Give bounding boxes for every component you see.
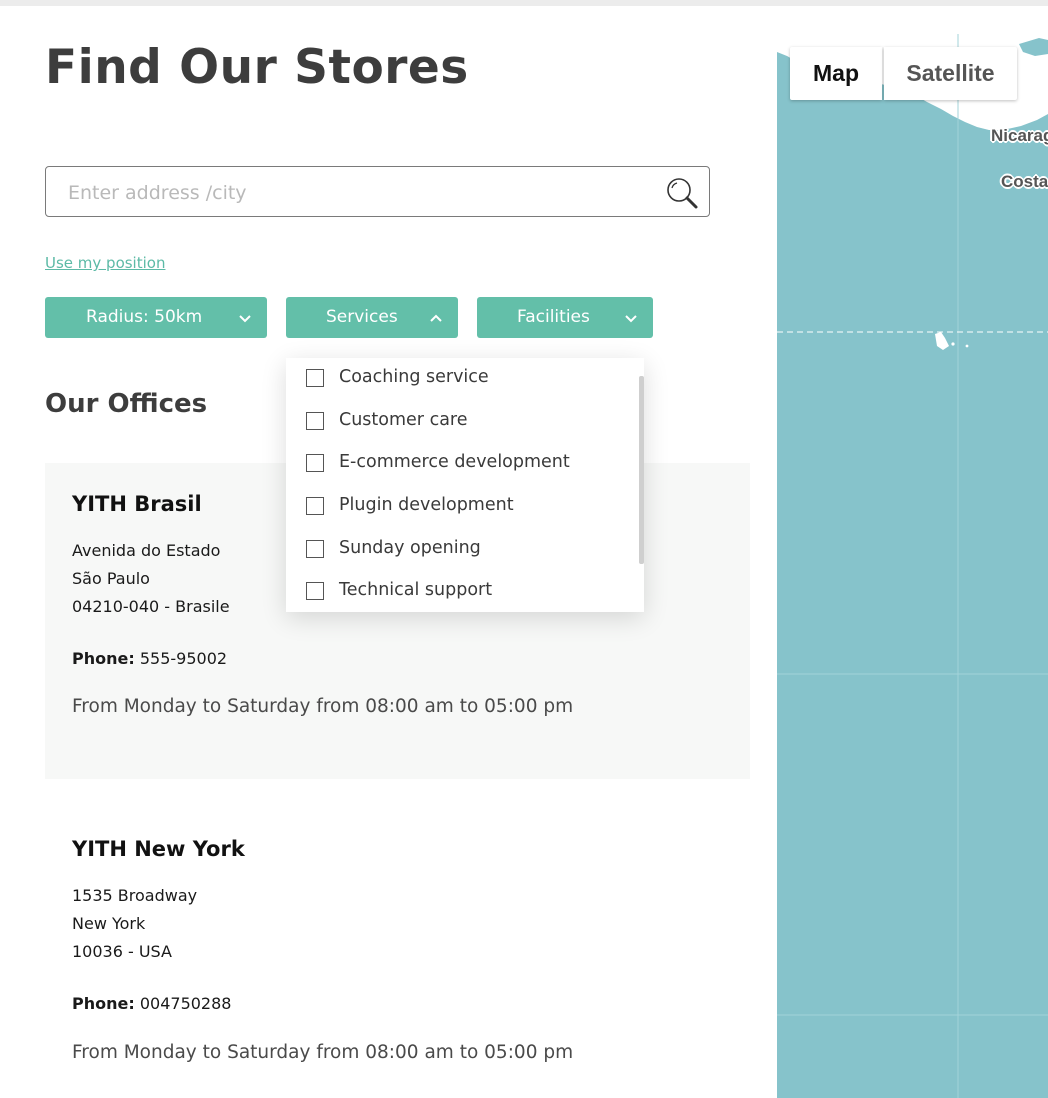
- service-option-customer-care[interactable]: Customer care: [286, 401, 626, 441]
- radius-filter-label: Radius: 50km: [86, 307, 203, 327]
- service-option-label: Sunday opening: [339, 538, 481, 558]
- service-option-sunday[interactable]: Sunday opening: [286, 529, 626, 569]
- island: [965, 344, 969, 348]
- checkbox[interactable]: [306, 369, 324, 387]
- office-phone: Phone: 555-95002: [72, 649, 227, 668]
- use-my-position-link[interactable]: Use my position: [45, 254, 165, 272]
- offices-title: Our Offices: [45, 389, 208, 419]
- map-view-button[interactable]: Map: [790, 47, 882, 100]
- satellite-view-button[interactable]: Satellite: [884, 47, 1017, 100]
- map-canvas: [777, 34, 1048, 1098]
- chevron-down-icon: [239, 315, 251, 323]
- office-name: YITH New York: [72, 837, 245, 861]
- lake-shape: [999, 146, 1033, 174]
- services-filter-button[interactable]: Services: [286, 297, 458, 338]
- services-dropdown: Coaching service Customer care E-commerc…: [286, 358, 644, 612]
- office-hours: From Monday to Saturday from 08:00 am to…: [72, 1042, 574, 1063]
- service-option-ecommerce[interactable]: E-commerce development: [286, 443, 626, 483]
- phone-number: 555-95002: [139, 649, 228, 668]
- office-address-line: 04210-040 - Brasile: [72, 597, 230, 616]
- office-hours: From Monday to Saturday from 08:00 am to…: [72, 696, 574, 717]
- service-option-label: Coaching service: [339, 367, 489, 387]
- checkbox[interactable]: [306, 454, 324, 472]
- phone-label: Phone:: [72, 994, 135, 1013]
- office-address-line: Avenida do Estado: [72, 541, 221, 560]
- map-place-label: Nicarag: [991, 126, 1048, 145]
- service-option-label: Customer care: [339, 410, 468, 430]
- facilities-filter-button[interactable]: Facilities: [477, 297, 653, 338]
- office-address-line: 10036 - USA: [72, 942, 172, 961]
- service-option-plugin[interactable]: Plugin development: [286, 486, 626, 526]
- search-input[interactable]: [66, 167, 660, 218]
- search-box: [45, 166, 710, 218]
- search-icon[interactable]: [665, 176, 699, 210]
- service-option-technical[interactable]: Technical support: [286, 571, 626, 611]
- office-card: YITH New York 1535 Broadway New York 100…: [45, 808, 750, 1098]
- office-name: YITH Brasil: [72, 492, 202, 516]
- dropdown-scrollbar[interactable]: [639, 376, 644, 564]
- top-bar: [0, 0, 1048, 6]
- office-address-line: New York: [72, 914, 146, 933]
- page-title: Find Our Stores: [45, 40, 469, 95]
- office-address-line: 1535 Broadway: [72, 886, 198, 905]
- service-option-coaching[interactable]: Coaching service: [286, 358, 626, 398]
- map-place-label: Costa: [1001, 172, 1048, 191]
- office-address-line: São Paulo: [72, 569, 150, 588]
- service-option-label: Technical support: [339, 580, 493, 600]
- checkbox[interactable]: [306, 497, 324, 515]
- chevron-down-icon: [625, 315, 637, 323]
- phone-label: Phone:: [72, 649, 135, 668]
- island: [935, 332, 949, 350]
- checkbox[interactable]: [306, 540, 324, 558]
- radius-filter-button[interactable]: Radius: 50km: [45, 297, 267, 338]
- service-option-label: E-commerce development: [339, 452, 570, 472]
- services-filter-label: Services: [326, 307, 398, 327]
- office-phone: Phone: 004750288: [72, 994, 231, 1013]
- service-option-label: Plugin development: [339, 495, 514, 515]
- chevron-up-icon: [430, 314, 442, 322]
- checkbox[interactable]: [306, 412, 324, 430]
- store-map[interactable]: Map Satellite Nicarag Costa: [777, 34, 1048, 1098]
- phone-number: 004750288: [139, 994, 232, 1013]
- facilities-filter-label: Facilities: [517, 307, 590, 327]
- island: [951, 342, 955, 346]
- checkbox[interactable]: [306, 582, 324, 600]
